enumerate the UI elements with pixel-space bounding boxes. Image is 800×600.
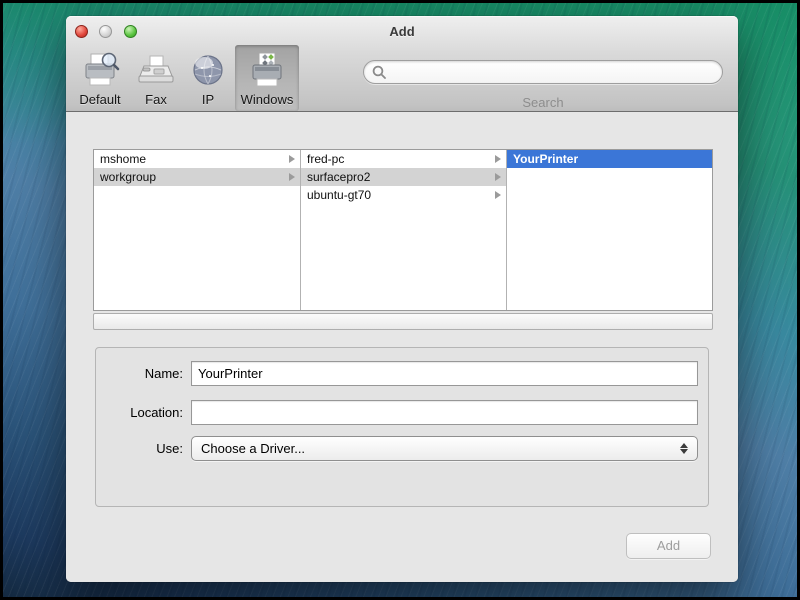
list-item-label: YourPrinter [513,152,579,166]
printer-details-panel: Name: Location: Use: Choose a Driver... [95,347,709,507]
printer-windows-icon [246,48,288,92]
search-field[interactable] [363,60,723,84]
toolbar-label-default: Default [79,92,121,107]
list-item-label: ubuntu-gt70 [307,188,372,202]
toolbar-item-default[interactable]: Default [72,47,128,107]
list-item-label: surfacepro2 [307,170,371,184]
search-icon [372,65,387,85]
add-button[interactable]: Add [626,533,711,559]
horizontal-scrollbar[interactable] [93,313,713,330]
toolbar-label-windows: Windows [240,92,294,107]
list-item[interactable]: mshome [94,150,300,168]
list-item-label: mshome [100,152,147,166]
list-item[interactable]: workgroup [94,168,300,186]
desktop-wallpaper: Add Default Fax IP Windows Search mshome… [0,0,800,600]
driver-popup-button[interactable]: Choose a Driver... [191,436,698,461]
window-content: mshome workgroup fred-pc surfacepro2 ubu… [66,112,738,582]
disclosure-triangle-icon [289,155,295,163]
network-browser: mshome workgroup fred-pc surfacepro2 ubu… [93,149,713,311]
browser-column-hosts: fred-pc surfacepro2 ubuntu-gt70 [301,150,507,310]
name-field[interactable] [191,361,698,386]
printer-search-icon [79,48,121,92]
list-item-label: fred-pc [307,152,345,166]
toolbar-item-ip[interactable]: IP [185,47,231,107]
add-printer-window: Add Default Fax IP Windows Search mshome… [66,16,738,582]
popup-stepper-icon [680,442,688,455]
name-row: Name: [96,361,708,386]
window-title: Add [389,24,415,39]
location-label: Location: [130,405,183,420]
search-input[interactable] [390,62,716,82]
toolbar-label-fax: Fax [145,92,167,107]
toolbar-label-ip: IP [201,92,215,107]
list-item-selected[interactable]: YourPrinter [507,150,712,168]
list-item[interactable]: surfacepro2 [301,168,506,186]
use-label: Use: [156,441,183,456]
fax-icon [134,48,178,92]
disclosure-triangle-icon [289,173,295,181]
use-row: Use: Choose a Driver... [96,436,708,461]
name-label: Name: [144,366,183,381]
browser-column-domains: mshome workgroup [94,150,301,310]
toolbar-item-fax[interactable]: Fax [133,47,179,107]
location-field[interactable] [191,400,698,425]
disclosure-triangle-icon [495,191,501,199]
list-item[interactable]: ubuntu-gt70 [301,186,506,204]
globe-icon [190,48,226,92]
driver-popup-value: Choose a Driver... [201,441,306,456]
search-toolbar-label: Search [522,95,564,110]
list-item-label: workgroup [100,170,157,184]
disclosure-triangle-icon [495,155,501,163]
toolbar-item-windows[interactable]: Windows [236,47,298,107]
titlebar-toolbar: Add Default Fax IP Windows Search [66,16,738,112]
browser-column-printers: YourPrinter [507,150,712,310]
location-row: Location: [96,400,708,425]
list-item[interactable]: fred-pc [301,150,506,168]
disclosure-triangle-icon [495,173,501,181]
